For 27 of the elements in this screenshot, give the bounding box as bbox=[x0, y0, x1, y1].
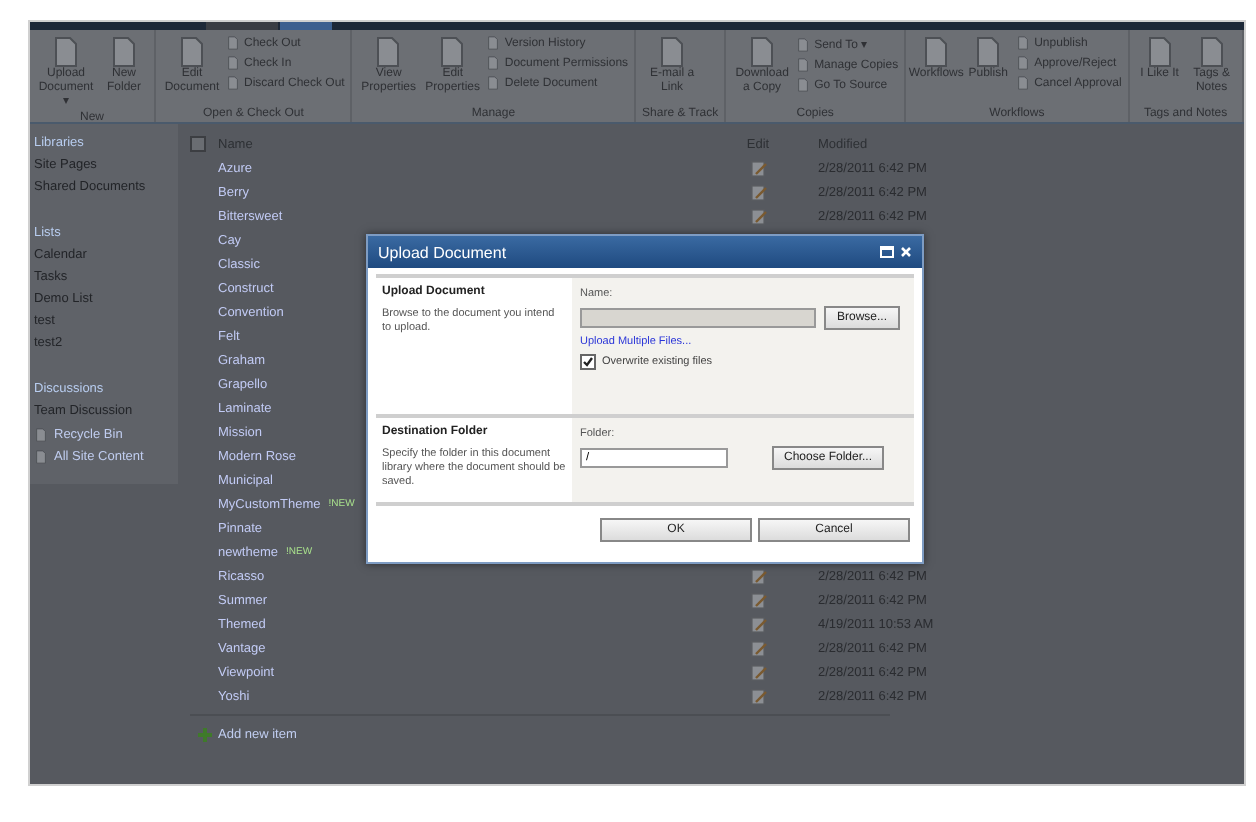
overwrite-checkbox[interactable] bbox=[580, 354, 596, 370]
edit-icon[interactable] bbox=[749, 663, 767, 681]
edit-icon[interactable] bbox=[749, 687, 767, 705]
document-icon[interactable] bbox=[920, 36, 953, 68]
plus-icon[interactable] bbox=[198, 728, 212, 742]
edit-icon[interactable] bbox=[749, 159, 767, 177]
dialog-title: Upload Document bbox=[378, 243, 507, 261]
edit-icon[interactable] bbox=[749, 615, 767, 633]
document-icon[interactable] bbox=[372, 36, 405, 68]
edit-icon[interactable] bbox=[749, 567, 767, 585]
select-all-checkbox[interactable] bbox=[190, 136, 206, 152]
document-icon[interactable] bbox=[176, 36, 208, 68]
edit-icon[interactable] bbox=[749, 207, 767, 225]
file-name-field[interactable] bbox=[580, 308, 816, 328]
close-icon[interactable] bbox=[900, 246, 912, 258]
document-icon[interactable] bbox=[656, 36, 689, 68]
document-icon[interactable] bbox=[972, 36, 1005, 68]
document-icon[interactable] bbox=[436, 36, 469, 68]
document-icon[interactable] bbox=[108, 36, 140, 68]
edit-icon[interactable] bbox=[749, 183, 767, 201]
document-icon[interactable] bbox=[1143, 36, 1176, 68]
document-icon[interactable] bbox=[746, 36, 779, 68]
document-icon[interactable] bbox=[50, 36, 82, 68]
maximize-icon[interactable] bbox=[880, 246, 894, 258]
edit-icon[interactable] bbox=[749, 591, 767, 609]
edit-icon[interactable] bbox=[749, 639, 767, 657]
document-icon[interactable] bbox=[1195, 36, 1228, 68]
